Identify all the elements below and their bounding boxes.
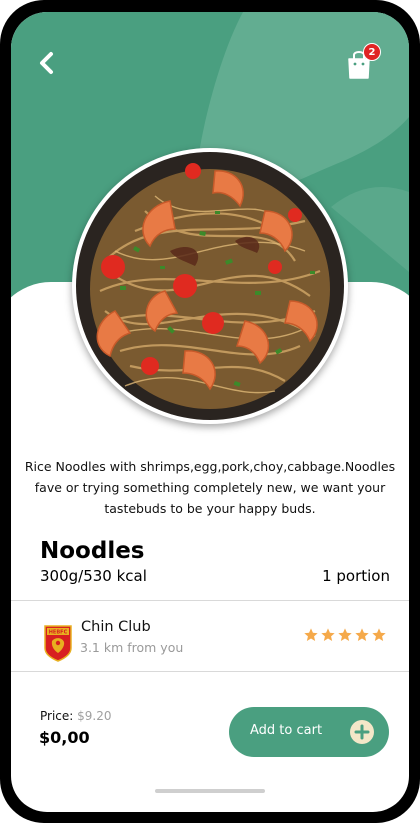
plus-circle-icon (350, 720, 374, 744)
svg-text:HEBFC: HEBFC (49, 630, 68, 636)
price-label: Price: $9.20 (40, 709, 112, 723)
divider-bottom (11, 671, 409, 672)
noodles-plate-image (76, 152, 344, 420)
screen: 2 Rice Noodles with shrimps,egg,pork,cho… (11, 12, 409, 812)
add-to-cart-label: Add to cart (250, 723, 323, 738)
restaurant-name[interactable]: Chin Club (81, 619, 151, 635)
restaurant-distance: 3.1 km from you (80, 640, 184, 655)
club-crest-logo[interactable]: HEBFC (43, 624, 73, 662)
food-image (72, 148, 348, 424)
portion-size: 1 portion (322, 567, 390, 585)
star-icon (372, 628, 386, 641)
phone-frame: 2 Rice Noodles with shrimps,egg,pork,cho… (0, 0, 420, 823)
rating-stars (303, 627, 387, 643)
food-name: Noodles (40, 538, 145, 564)
cart-count-badge: 2 (363, 43, 381, 61)
plus-icon (354, 724, 370, 740)
home-indicator[interactable] (155, 789, 265, 793)
chevron-left-icon (40, 52, 53, 74)
star-icon (304, 628, 318, 641)
star-icon (355, 628, 369, 641)
food-description: Rice Noodles with shrimps,egg,pork,choy,… (24, 459, 396, 516)
original-price: $9.20 (77, 709, 112, 723)
price-label-text: Price: (40, 709, 74, 723)
back-button[interactable] (35, 48, 61, 78)
food-weight-kcal: 300g/530 kcal (40, 567, 147, 585)
current-price: $0,00 (39, 728, 90, 747)
divider-top (11, 600, 409, 601)
star-icon (321, 628, 335, 641)
star-icon (338, 628, 352, 641)
add-to-cart-button[interactable]: Add to cart (229, 707, 389, 757)
